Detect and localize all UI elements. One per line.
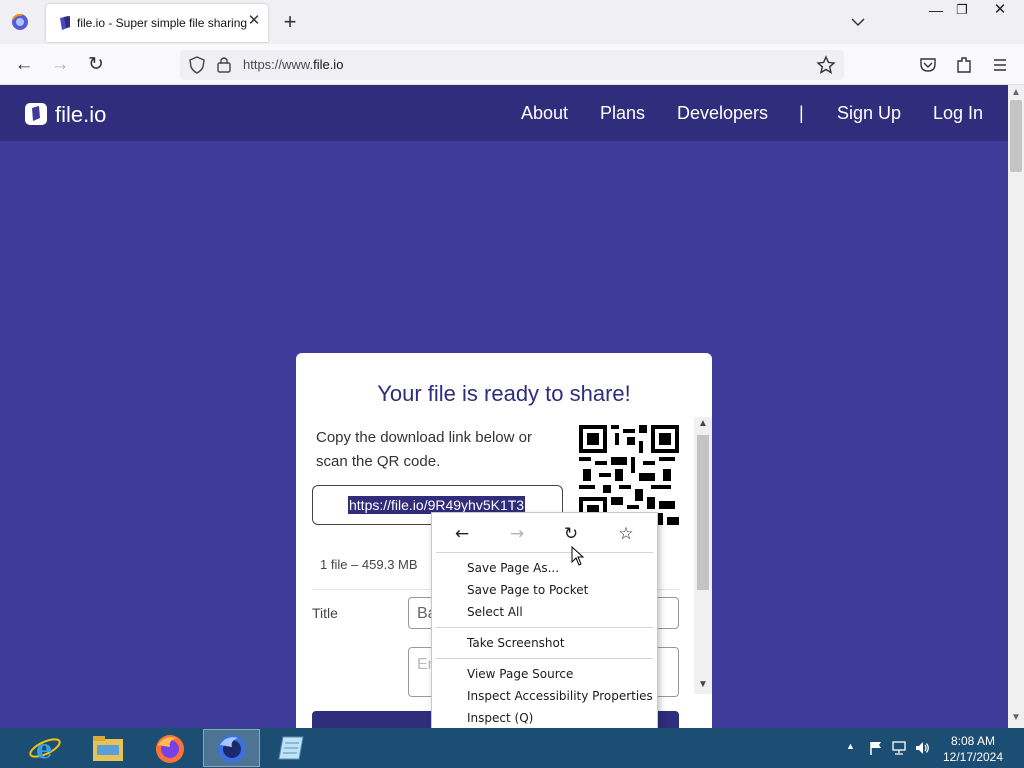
context-separator — [436, 658, 653, 659]
context-menu: ← → ↻ ☆ Save Page As... Save Page to Poc… — [431, 512, 658, 732]
nav-link-about[interactable]: About — [521, 103, 568, 124]
taskbar-notepad[interactable] — [264, 729, 321, 767]
notepad-icon — [278, 736, 304, 760]
context-item-take-screenshot[interactable]: Take Screenshot — [467, 636, 565, 650]
context-separator — [436, 552, 653, 553]
tab-title: file.io - Super simple file sharing — [77, 16, 247, 30]
share-card-title: Your file is ready to share! — [377, 381, 631, 406]
hamburger-menu-icon[interactable] — [990, 55, 1010, 75]
tab-strip: file.io - Super simple file sharing ✕ + … — [0, 0, 1024, 44]
forward-button[interactable]: → — [49, 54, 71, 76]
file-explorer-folder-icon — [93, 736, 123, 761]
navigation-toolbar: ← → ↻ https://www.file.io — [0, 44, 1024, 85]
file-io-favicon-icon — [60, 16, 70, 30]
url-text[interactable]: https://www.file.io — [243, 57, 343, 72]
card-scrollbar-thumb[interactable] — [697, 435, 709, 590]
site-header: file.io About Plans Developers | Sign Up… — [0, 85, 1008, 141]
context-forward-button[interactable]: → — [505, 523, 529, 545]
firefox-nightly-icon — [218, 735, 246, 763]
context-item-view-page-source[interactable]: View Page Source — [467, 667, 573, 681]
file-size-info: 1 file – 459.3 MB — [320, 557, 418, 572]
window-restore-button[interactable]: ❐ — [952, 2, 972, 20]
reload-button[interactable]: ↻ — [85, 54, 107, 76]
windows-taskbar: e ▲ 8:08 AM 12/17/2024 — [0, 728, 1024, 768]
page-scroll-up-icon[interactable]: ▲ — [1011, 87, 1021, 98]
context-back-button[interactable]: ← — [450, 523, 474, 545]
back-button[interactable]: ← — [13, 54, 35, 76]
taskbar-file-explorer[interactable] — [80, 729, 137, 767]
context-reload-button[interactable]: ↻ — [559, 523, 583, 545]
tracking-protection-shield-icon[interactable] — [188, 56, 206, 74]
site-logo-text[interactable]: file.io — [55, 102, 106, 128]
taskbar-firefox-nightly[interactable] — [203, 729, 260, 767]
network-icon[interactable] — [891, 740, 907, 756]
pocket-icon[interactable] — [918, 55, 938, 75]
firefox-icon — [156, 735, 184, 763]
system-clock[interactable]: 8:08 AM 12/17/2024 — [932, 733, 1014, 765]
qr-code-image — [579, 425, 679, 525]
nav-link-plans[interactable]: Plans — [600, 103, 645, 124]
context-item-save-page-as[interactable]: Save Page As... — [467, 561, 559, 575]
volume-icon[interactable] — [914, 740, 930, 756]
nav-link-log-in[interactable]: Log In — [933, 103, 983, 124]
taskbar-firefox[interactable] — [142, 729, 199, 767]
window-minimize-button[interactable]: — — [926, 2, 946, 20]
nav-link-sign-up[interactable]: Sign Up — [837, 103, 901, 124]
tab-close-icon[interactable]: ✕ — [246, 13, 262, 29]
bookmark-star-icon[interactable] — [816, 55, 836, 75]
file-io-logo-icon[interactable] — [24, 102, 48, 126]
nav-link-developers[interactable]: Developers — [677, 103, 768, 124]
url-bar[interactable]: https://www.file.io — [180, 50, 844, 80]
title-field-label: Title — [312, 605, 338, 621]
card-scroll-down-icon[interactable]: ▼ — [698, 679, 708, 690]
context-item-save-to-pocket[interactable]: Save Page to Pocket — [467, 583, 588, 597]
show-hidden-icons[interactable]: ▲ — [846, 741, 855, 751]
context-item-select-all[interactable]: Select All — [467, 605, 523, 619]
action-center-flag-icon[interactable] — [868, 740, 884, 756]
context-bookmark-button[interactable]: ☆ — [614, 523, 638, 545]
card-scroll-up-icon[interactable]: ▲ — [698, 418, 708, 429]
lock-icon[interactable] — [216, 55, 232, 73]
share-card-description: Copy the download link below or scan the… — [316, 429, 532, 470]
context-item-inspect[interactable]: Inspect (Q) — [467, 711, 533, 725]
tab-file-io[interactable]: file.io - Super simple file sharing ✕ — [46, 4, 268, 42]
clock-date: 12/17/2024 — [942, 750, 1004, 764]
svg-text:e: e — [36, 735, 53, 764]
clock-time: 8:08 AM — [950, 734, 996, 748]
card-scrollbar[interactable]: ▲ ▼ — [694, 417, 712, 694]
firefox-view-icon[interactable] — [10, 12, 30, 32]
mouse-cursor-icon — [571, 546, 585, 566]
new-tab-button[interactable]: + — [280, 11, 300, 33]
internet-explorer-icon[interactable]: e — [28, 732, 62, 764]
window-close-button[interactable]: ✕ — [978, 0, 1022, 20]
nav-separator: | — [799, 103, 804, 123]
page-scrollbar-thumb[interactable] — [1010, 100, 1022, 172]
extensions-icon[interactable] — [954, 55, 974, 75]
page-scroll-down-icon[interactable]: ▼ — [1011, 712, 1021, 723]
list-all-tabs-chevron-icon[interactable] — [848, 12, 868, 32]
context-separator — [436, 627, 653, 628]
context-item-inspect-accessibility[interactable]: Inspect Accessibility Properties — [467, 689, 653, 703]
page-scrollbar[interactable]: ▲ ▼ — [1008, 85, 1024, 728]
